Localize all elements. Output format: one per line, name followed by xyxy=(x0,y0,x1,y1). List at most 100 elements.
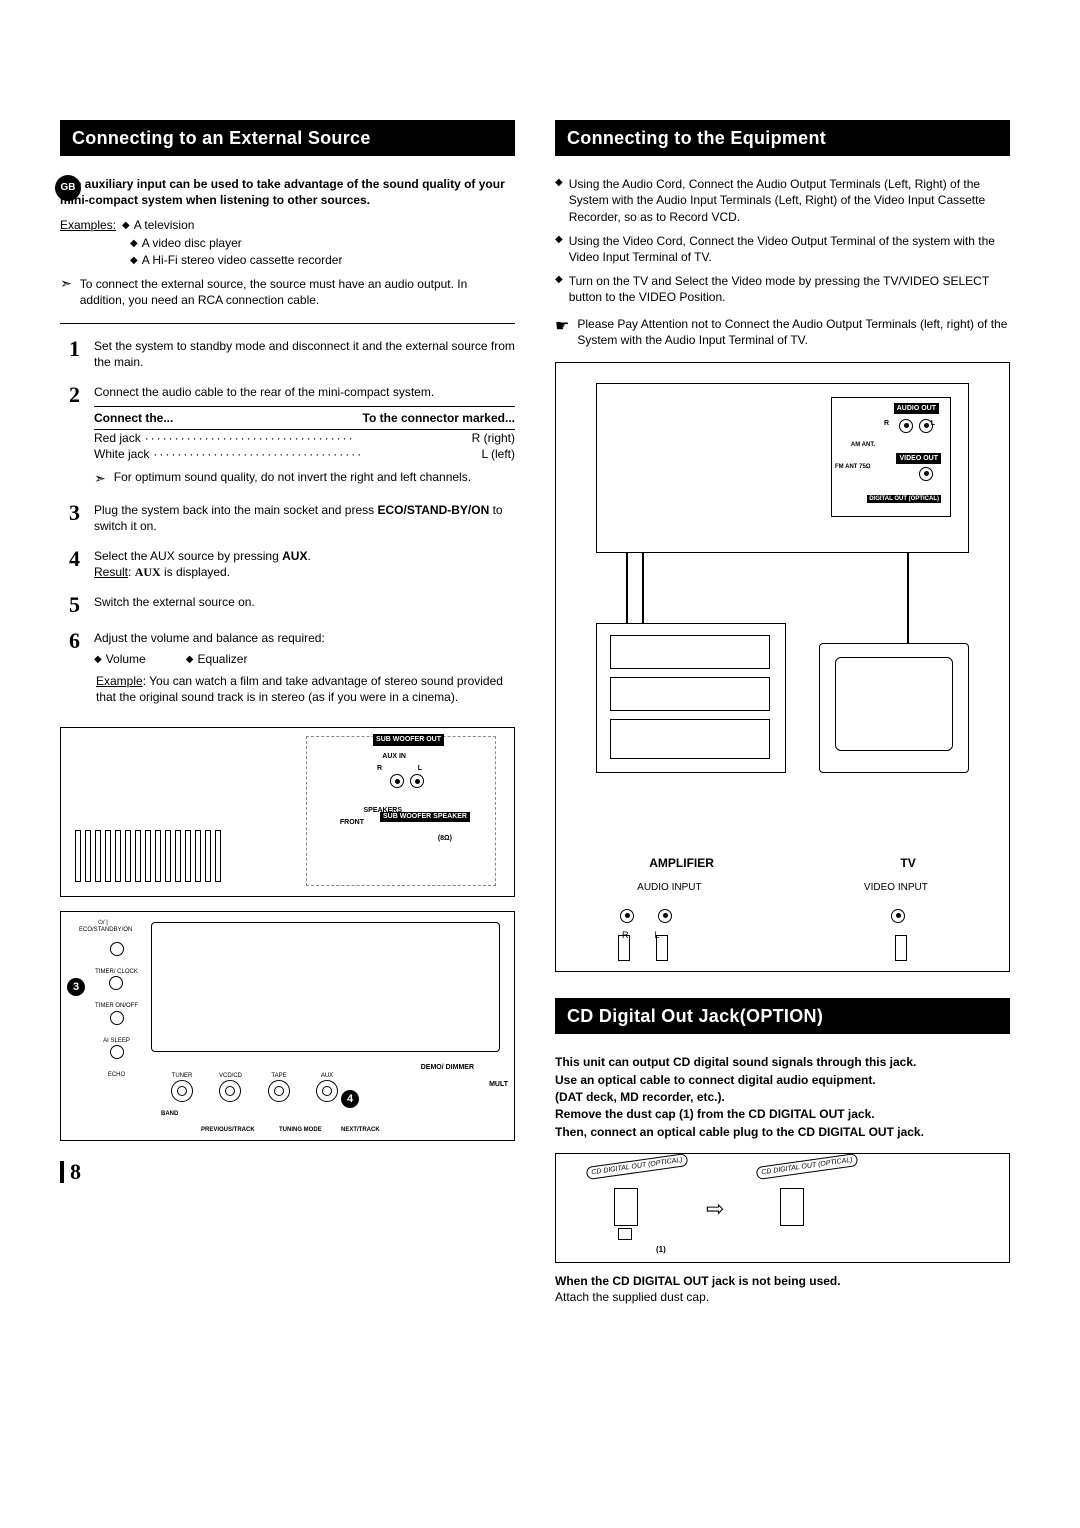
arrow-icon-2: ➣ xyxy=(94,469,106,488)
example-3: A Hi-Fi stereo video cassette recorder xyxy=(130,252,342,269)
cd-intro-block: This unit can output CD digital sound si… xyxy=(555,1054,1010,1141)
prev-label: PREVIOUS/TRACK xyxy=(201,1126,255,1134)
ai-sleep-label: AI SLEEP xyxy=(103,1037,130,1045)
arrow-icon: ➣ xyxy=(60,276,72,308)
example-2: A video disc player xyxy=(130,235,242,252)
steps-list: 1 Set the system to standby mode and dis… xyxy=(60,338,515,706)
vcdcd-knob-icon xyxy=(219,1080,241,1102)
language-badge: GB xyxy=(55,175,81,201)
eco-standby-text: ECO/STANDBY/ON xyxy=(79,927,127,934)
arrow-right-icon: ⇨ xyxy=(706,1194,724,1224)
connector-table: Connect the... To the connector marked..… xyxy=(94,406,515,463)
left-column: Connecting to an External Source The aux… xyxy=(60,120,515,1306)
cd-tail-bold: When the CD DIGITAL OUT jack is not bein… xyxy=(555,1274,841,1288)
step-1: 1 Set the system to standby mode and dis… xyxy=(60,338,515,370)
step-6-text: Adjust the volume and balance as require… xyxy=(94,631,325,645)
tape-knob-icon xyxy=(268,1080,290,1102)
cd-digital-label-2: CD DIGITAL OUT (OPTICAL) xyxy=(756,1153,859,1180)
step-2-note: ➣ For optimum sound quality, do not inve… xyxy=(94,469,515,488)
table-head-right: To the connector marked... xyxy=(363,410,515,426)
cd-intro-1: This unit can output CD digital sound si… xyxy=(555,1055,916,1069)
step-6-body: Adjust the volume and balance as require… xyxy=(94,630,515,705)
front-panel-diagram: ⏻/ | ECO/STANDBY/ON 3 TIMER/ CLOCK TIMER… xyxy=(60,911,515,1141)
step-4a: Select the AUX source by pressing xyxy=(94,549,282,563)
equipment-bullets: ◆Using the Audio Cord, Connect the Audio… xyxy=(555,176,1010,305)
amp-tv-labels: AMPLIFIER TV xyxy=(556,855,1009,871)
audio-input-label: AUDIO INPUT xyxy=(637,881,701,895)
examples-label: Examples: xyxy=(60,217,116,234)
step-4b: . xyxy=(307,549,310,563)
ohm-label: (8Ω) xyxy=(438,834,452,843)
tuner-knob-icon xyxy=(171,1080,193,1102)
demo-label: DEMO/ DIMMER xyxy=(421,1064,474,1071)
heading-cd-digital: CD Digital Out Jack(OPTION) xyxy=(555,998,1010,1034)
timer-onoff-knob-icon xyxy=(110,1011,124,1025)
bullet-3: Turn on the TV and Select the Video mode… xyxy=(569,273,1010,305)
volume-label: Volume xyxy=(94,651,146,668)
row2-dots: ··································· xyxy=(149,446,481,462)
video-in-jack-icon xyxy=(891,909,905,923)
step-2-text: Connect the audio cable to the rear of t… xyxy=(94,385,434,399)
right-column: Connecting to the Equipment ◆Using the A… xyxy=(555,120,1010,1306)
timer-onoff-label: TIMER ON/OFF xyxy=(95,1002,138,1010)
table-head-left: Connect the... xyxy=(94,410,173,426)
step-num-5: 5 xyxy=(60,594,80,616)
intro-text: The auxiliary input can be used to take … xyxy=(60,176,515,208)
audio-out-l-jack-icon xyxy=(919,419,933,433)
digital-out-label: DIGITAL OUT (OPTICAL) xyxy=(867,495,941,503)
sub-speaker-label: SUB WOOFER SPEAKER xyxy=(380,812,470,822)
connection-diagram: AUDIO OUT R L AM ANT. FM ANT 75Ω VIDEO O… xyxy=(555,362,1010,972)
eco-standby-label: ⏻/ | xyxy=(79,920,127,927)
arrow-note-text: To connect the external source, the sour… xyxy=(80,276,515,308)
subwoofer-out-label: SUB WOOFER OUT xyxy=(373,734,444,745)
tv-label: TV xyxy=(900,855,915,871)
audio-out-label: AUDIO OUT xyxy=(894,403,939,414)
video-out-jack-icon xyxy=(919,467,933,481)
page-root: GB Connecting to an External Source The … xyxy=(60,120,1010,1306)
result-label: Result xyxy=(94,565,128,579)
step-3a: Plug the system back into the main socke… xyxy=(94,503,377,517)
step-4-body: Select the AUX source by pressing AUX. R… xyxy=(94,548,515,580)
row1-dots: ··································· xyxy=(141,430,472,446)
eco-standby-button-label: ECO/STAND-BY/ON xyxy=(377,503,489,517)
step-4: 4 Select the AUX source by pressing AUX.… xyxy=(60,548,515,580)
l-label: L xyxy=(418,764,422,773)
callout-3: 3 xyxy=(67,978,85,996)
amplifier-label: AMPLIFIER xyxy=(649,855,714,871)
aux-knob-icon xyxy=(316,1080,338,1102)
step-5-body: Switch the external source on. xyxy=(94,594,515,616)
result-value: AUX xyxy=(135,565,161,579)
echo-label: ECHO xyxy=(108,1071,125,1079)
examples-rest: A video disc player A Hi-Fi stereo video… xyxy=(130,235,515,268)
cd-intro-5: Then, connect an optical cable plug to t… xyxy=(555,1125,924,1139)
audio-in-l-jack-icon xyxy=(658,909,672,923)
cd-intro-2: Use an optical cable to connect digital … xyxy=(555,1073,876,1087)
standby-knob-icon xyxy=(110,942,124,956)
cd-digital-label-1: CD DIGITAL OUT (OPTICAL) xyxy=(586,1153,689,1180)
step-2: 2 Connect the audio cable to the rear of… xyxy=(60,384,515,488)
tape-label: TAPE xyxy=(268,1072,290,1080)
cd-tail-text: Attach the supplied dust cap. xyxy=(555,1290,709,1304)
tuner-label: TUNER xyxy=(171,1072,193,1080)
aux-label: AUX xyxy=(316,1072,338,1080)
cd-intro-4: Remove the dust cap (1) from the CD DIGI… xyxy=(555,1107,875,1121)
step-3-body: Plug the system back into the main socke… xyxy=(94,502,515,534)
diamond-icon: ◆ xyxy=(555,233,563,265)
aux-button-label: AUX xyxy=(282,549,307,563)
video-input-label: VIDEO INPUT xyxy=(864,881,928,895)
step-1-body: Set the system to standby mode and disco… xyxy=(94,338,515,370)
audio-out-r-jack-icon xyxy=(899,419,913,433)
aux-r-jack-icon xyxy=(390,774,404,788)
row2-right: L (left) xyxy=(481,446,515,462)
step-num-2: 2 xyxy=(60,384,80,488)
diamond-icon: ◆ xyxy=(555,176,563,225)
pointing-hand-icon: ☛ xyxy=(555,316,569,348)
rule-1 xyxy=(60,323,515,324)
heading-external-source: Connecting to an External Source xyxy=(60,120,515,156)
audio-r-label: R xyxy=(884,419,889,428)
amp-tv-sublabels: AUDIO INPUT VIDEO INPUT xyxy=(556,881,1009,895)
aux-l-jack-icon xyxy=(410,774,424,788)
mult-label: MULT xyxy=(489,1080,508,1089)
step-num-3: 3 xyxy=(60,502,80,534)
video-out-label: VIDEO OUT xyxy=(896,453,941,464)
